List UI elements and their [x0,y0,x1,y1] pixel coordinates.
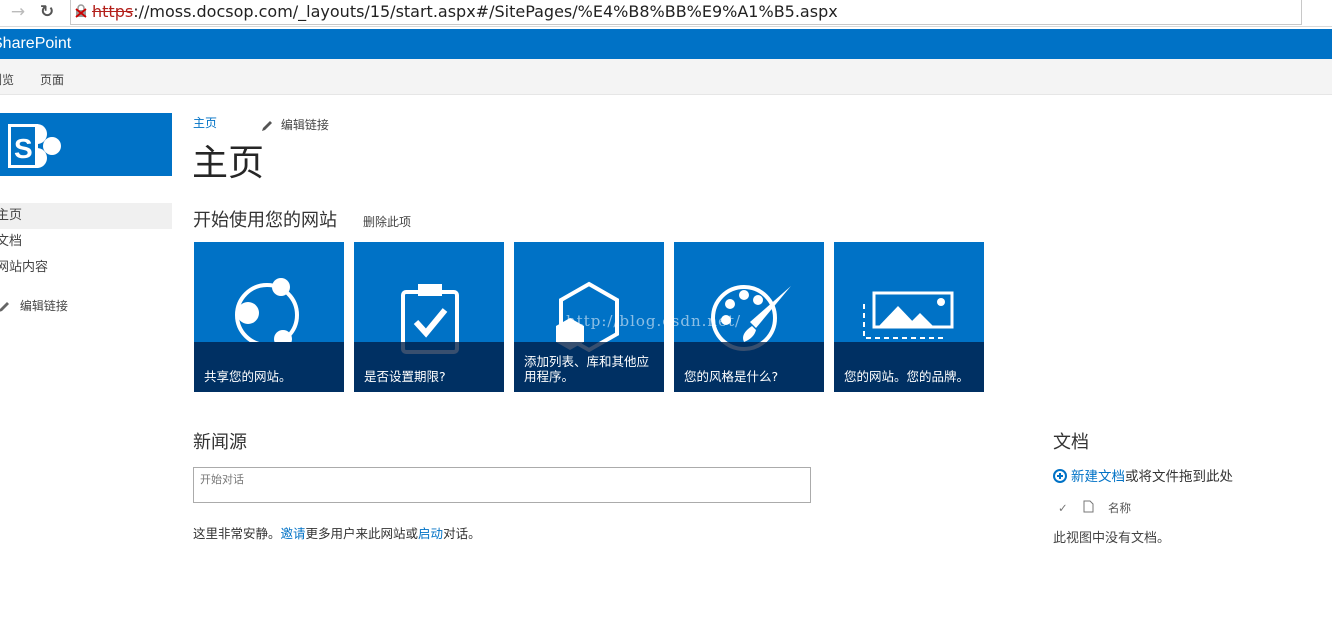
tile-label: 添加列表、库和其他应用程序。 [524,354,650,384]
quicklaunch-item-site-contents[interactable]: 网站内容 [0,255,172,281]
svg-text:S: S [14,133,33,164]
getting-started-heading: 开始使用您的网站 [193,210,337,231]
back-arrow-icon[interactable]: → [6,0,30,24]
edit-links-button[interactable]: 编辑链接 [261,116,329,133]
tile-overlay [354,342,504,392]
newsfeed-note: 这里非常安静。邀请更多用户来此网站或启动对话。 [193,523,481,542]
drag-files-text: 或将文件拖到此处 [1125,469,1233,485]
tile-share-site[interactable]: 共享您的网站。 [194,242,344,392]
quicklaunch-item-home[interactable]: 主页 [0,203,172,229]
tab-browse[interactable]: 浏览 [0,59,14,101]
tile-overlay [194,342,344,392]
site-logo[interactable]: S [0,113,172,176]
new-document-row: 新建文档或将文件拖到此处 [1053,465,1233,485]
quicklaunch-item-documents[interactable]: 文档 [0,229,172,255]
url-text: https://moss.docsop.com/_layouts/15/star… [92,1,838,23]
document-icon [1083,500,1094,513]
documents-column-header: ✓ 名称 [1058,500,1131,516]
browser-toolbar: → ↻ https://moss.docsop.com/_layouts/15/… [0,0,1332,27]
documents-heading: 文档 [1053,432,1089,453]
suite-brand[interactable]: SharePoint [0,29,71,59]
watermark: http://blog.csdn.net/ [566,312,742,330]
documents-empty-text: 此视图中没有文档。 [1053,531,1171,546]
tile-label: 共享您的网站。 [204,369,292,384]
new-document-link[interactable]: 新建文档 [1071,469,1125,485]
address-bar[interactable]: https://moss.docsop.com/_layouts/15/star… [70,0,1302,25]
quick-launch: 主页 文档 网站内容 [0,203,172,281]
ribbon: 浏览 页面 [0,59,1332,95]
tile-label: 是否设置期限? [364,369,446,384]
url-scheme: https [92,2,134,21]
start-conversation-input[interactable]: 开始对话 [193,467,811,503]
breadcrumb: 主页 [193,114,217,131]
sharepoint-logo-icon: S [8,124,61,168]
note-pre: 这里非常安静。 [193,526,281,541]
share-icon [235,278,299,342]
edit-links-label: 编辑链接 [280,118,329,132]
note-mid: 更多用户来此网站或 [305,526,419,541]
invite-link[interactable]: 邀请 [281,526,306,541]
checkmark-icon[interactable]: ✓ [1058,501,1068,515]
tab-page[interactable]: 页面 [40,59,64,101]
tile-your-brand[interactable]: 您的网站。您的品牌。 [834,242,984,392]
tile-label: 您的风格是什么? [684,369,779,384]
suite-bar: SharePoint [0,29,1332,59]
add-circle-icon[interactable] [1053,469,1067,483]
quicklaunch-edit-links[interactable]: 编辑链接 [0,297,68,314]
note-post: 对话。 [443,526,481,541]
remove-getting-started-link[interactable]: 删除此项 [363,213,411,230]
start-link[interactable]: 启动 [418,526,443,541]
newsfeed-heading: 新闻源 [193,432,247,453]
page-title: 主页 [192,143,265,184]
tile-overlay [674,342,824,392]
tile-overlay [834,342,984,392]
tile-label: 您的网站。您的品牌。 [844,369,970,384]
breadcrumb-home[interactable]: 主页 [193,116,217,130]
pencil-icon [262,120,272,131]
pencil-icon [0,301,9,312]
broken-lock-icon [75,4,87,18]
tile-set-deadline[interactable]: 是否设置期限? [354,242,504,392]
quicklaunch-edit-label: 编辑链接 [19,299,68,313]
reload-icon[interactable]: ↻ [35,0,59,24]
column-name[interactable]: 名称 [1108,501,1131,515]
url-rest: ://moss.docsop.com/_layouts/15/start.asp… [133,2,838,21]
